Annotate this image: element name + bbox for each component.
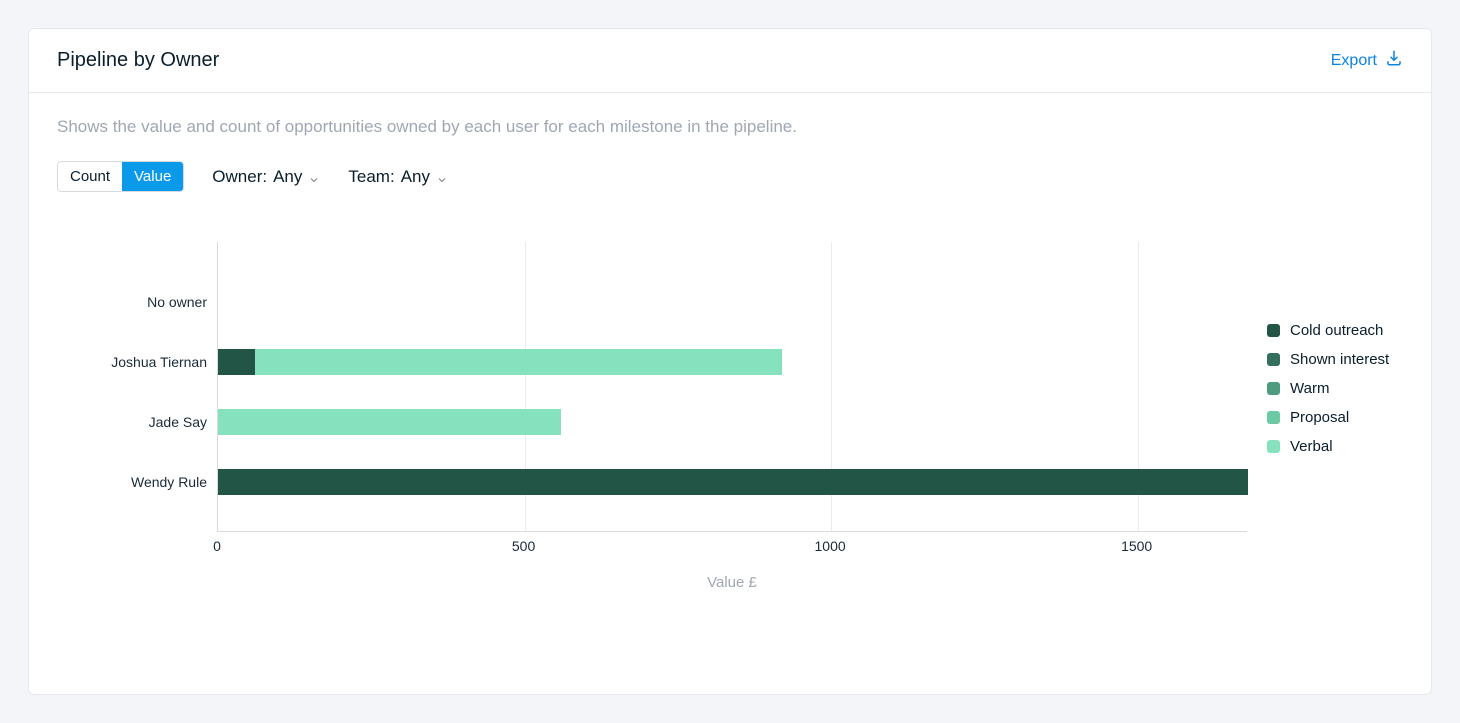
legend-item: Warm — [1267, 380, 1389, 397]
x-axis-tick-label: 0 — [213, 538, 221, 554]
bar-segment — [218, 469, 1248, 495]
legend-label: Verbal — [1290, 438, 1333, 455]
legend-swatch — [1267, 324, 1280, 337]
toggle-count[interactable]: Count — [58, 162, 122, 191]
bar-row — [218, 332, 1247, 392]
owner-filter-label: Owner: — [212, 167, 267, 187]
chevron-down-icon — [308, 171, 320, 183]
report-card: Pipeline by Owner Export Shows the value… — [28, 28, 1432, 695]
controls-row: Count Value Owner: Any Team: Any — [57, 161, 1403, 192]
bar-row — [218, 452, 1247, 512]
export-label: Export — [1331, 52, 1377, 70]
metric-toggle: Count Value — [57, 161, 184, 192]
y-axis-tick-label: Joshua Tiernan — [107, 332, 217, 392]
legend-item: Cold outreach — [1267, 322, 1389, 339]
x-axis-tick-label: 1500 — [1121, 538, 1152, 554]
card-body: Shows the value and count of opportuniti… — [29, 93, 1431, 694]
bar-row — [218, 272, 1247, 332]
bars-container — [218, 242, 1247, 512]
legend-label: Warm — [1290, 380, 1329, 397]
card-header: Pipeline by Owner Export — [29, 29, 1431, 93]
bar-stack — [218, 469, 1248, 495]
team-filter[interactable]: Team: Any — [348, 167, 448, 187]
chart-wrap: No ownerJoshua TiernanJade SayWendy Rule… — [57, 242, 1403, 591]
owner-filter[interactable]: Owner: Any — [212, 167, 320, 187]
legend-swatch — [1267, 411, 1280, 424]
bar-segment — [255, 349, 782, 375]
x-axis-label: Value £ — [217, 574, 1247, 591]
legend-swatch — [1267, 353, 1280, 366]
bar-segment — [218, 349, 255, 375]
plot-area — [217, 242, 1247, 532]
report-description: Shows the value and count of opportuniti… — [57, 117, 1403, 137]
team-filter-label: Team: — [348, 167, 394, 187]
y-axis-labels: No ownerJoshua TiernanJade SayWendy Rule — [107, 242, 217, 591]
legend-item: Shown interest — [1267, 351, 1389, 368]
toggle-value[interactable]: Value — [122, 162, 183, 191]
y-axis-tick-label: No owner — [107, 272, 217, 332]
chevron-down-icon — [436, 171, 448, 183]
legend: Cold outreach Shown interest Warm Proposal V… — [1267, 322, 1389, 455]
legend-swatch — [1267, 382, 1280, 395]
team-filter-value: Any — [401, 167, 430, 187]
legend-swatch — [1267, 440, 1280, 453]
bar-segment — [218, 409, 561, 435]
legend-item: Proposal — [1267, 409, 1389, 426]
chart: No ownerJoshua TiernanJade SayWendy Rule… — [107, 242, 1247, 591]
page-title: Pipeline by Owner — [57, 49, 219, 72]
x-axis: 050010001500 — [217, 532, 1247, 556]
owner-filter-value: Any — [273, 167, 302, 187]
legend-label: Proposal — [1290, 409, 1349, 426]
bar-stack — [218, 349, 782, 375]
legend-label: Shown interest — [1290, 351, 1389, 368]
y-axis-tick-label: Jade Say — [107, 392, 217, 452]
download-icon — [1385, 49, 1403, 72]
legend-item: Verbal — [1267, 438, 1389, 455]
export-button[interactable]: Export — [1331, 49, 1403, 72]
y-axis-tick-label: Wendy Rule — [107, 452, 217, 512]
x-axis-tick-label: 500 — [512, 538, 535, 554]
x-axis-tick-label: 1000 — [815, 538, 846, 554]
bar-row — [218, 392, 1247, 452]
bar-stack — [218, 409, 561, 435]
plot: 050010001500 Value £ — [217, 242, 1247, 591]
legend-label: Cold outreach — [1290, 322, 1383, 339]
